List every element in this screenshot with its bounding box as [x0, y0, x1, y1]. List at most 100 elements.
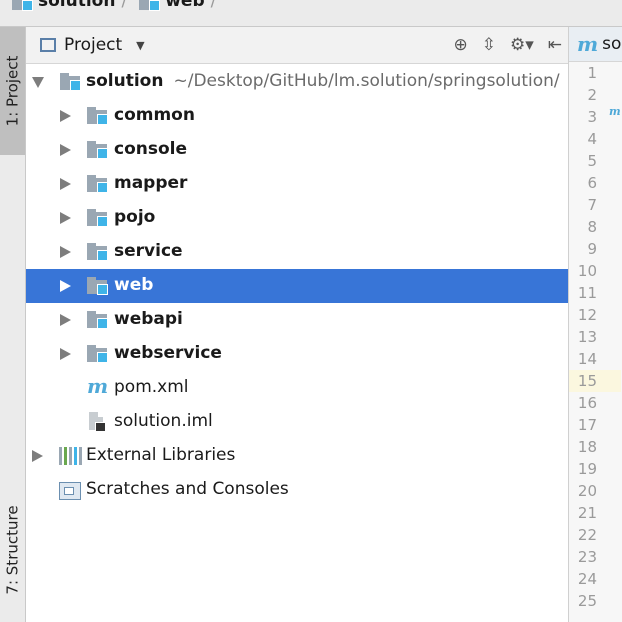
- expand-arrow-icon[interactable]: [60, 212, 71, 224]
- line-number: 25: [577, 592, 597, 610]
- tree-item-webservice[interactable]: webservice: [26, 337, 568, 371]
- root-path: ~/Desktop/GitHub/lm.solution/springsolut…: [173, 71, 560, 91]
- breadcrumb-item-solution[interactable]: solution /: [0, 0, 127, 14]
- project-tool-tab-label: 1: Project: [3, 55, 22, 127]
- tree-root-solution[interactable]: solution ~/Desktop/GitHub/lm.solution/spr…: [26, 65, 568, 99]
- line-number: 17: [577, 416, 597, 434]
- line-number: 5: [587, 152, 597, 170]
- module-folder-icon: [87, 209, 108, 227]
- module-folder-icon: [87, 175, 108, 193]
- line-number: 12: [577, 306, 597, 324]
- line-number: 7: [587, 196, 597, 214]
- breadcrumb-label: web: [165, 0, 205, 11]
- project-panel-header: Project ▼ ⊕ ⇳ ⚙▾ ⇤: [26, 27, 568, 64]
- tree-item-mapper[interactable]: mapper: [26, 167, 568, 201]
- panel-toolbar: ⊕ ⇳ ⚙▾ ⇤: [453, 27, 562, 63]
- expand-arrow-icon[interactable]: [32, 77, 44, 88]
- expand-arrow-icon[interactable]: [60, 348, 71, 360]
- tree-item-label: console: [114, 139, 188, 159]
- tree-root-label: solution ~/Desktop/GitHub/lm.solution/spr…: [86, 71, 560, 91]
- line-number: 2: [587, 86, 597, 104]
- project-view-icon: [40, 38, 56, 52]
- tree-item-pojo[interactable]: pojo: [26, 201, 568, 235]
- line-number: 20: [577, 482, 597, 500]
- module-folder-icon: [12, 0, 33, 11]
- line-number: 9: [587, 240, 597, 258]
- tree-item-label: pom.xml: [114, 377, 189, 397]
- line-number: 18: [577, 438, 597, 456]
- expand-arrow-icon[interactable]: [60, 246, 71, 258]
- collapse-all-icon[interactable]: ⇳: [482, 35, 496, 55]
- expand-arrow-icon[interactable]: [60, 110, 71, 122]
- tree-item-service[interactable]: service: [26, 235, 568, 269]
- line-number: 3: [587, 108, 597, 126]
- left-tool-strip: 1: Project 7: Structure: [0, 27, 26, 622]
- chevron-down-icon[interactable]: ▼: [136, 39, 144, 52]
- module-folder-icon: [60, 73, 81, 91]
- hide-panel-icon[interactable]: ⇤: [548, 35, 562, 55]
- libraries-icon: [59, 447, 82, 465]
- tree-item-web[interactable]: web: [26, 269, 568, 303]
- project-tool-tab[interactable]: 1: Project: [0, 27, 25, 155]
- locate-icon[interactable]: ⊕: [453, 35, 467, 55]
- tree-item-common[interactable]: common: [26, 99, 568, 133]
- line-number: 16: [577, 394, 597, 412]
- tree-item-webapi[interactable]: webapi: [26, 303, 568, 337]
- line-number: 24: [577, 570, 597, 588]
- breadcrumb-label: solution: [38, 0, 116, 11]
- tree-item-label: External Libraries: [86, 445, 236, 465]
- project-panel: Project ▼ ⊕ ⇳ ⚙▾ ⇤ solution ~/Desktop/Git…: [26, 27, 568, 622]
- structure-tool-tab-label: 7: Structure: [3, 505, 22, 595]
- line-number: 14: [577, 350, 597, 368]
- line-number: 11: [577, 284, 597, 302]
- expand-arrow-icon[interactable]: [32, 450, 43, 462]
- expand-arrow-icon[interactable]: [60, 178, 71, 190]
- line-number: 22: [577, 526, 597, 544]
- module-folder-icon: [87, 345, 108, 363]
- line-number: 13: [577, 328, 597, 346]
- module-folder-icon: [87, 141, 108, 159]
- expand-arrow-icon[interactable]: [60, 314, 71, 326]
- editor-tab-pom[interactable]: m so: [569, 27, 622, 62]
- editor-area: m so m 1 2 3 4 5 6 7 8 9 10 11 12 13 14 15 16 17 18 19 20 21…: [568, 27, 622, 622]
- tree-item-scratches[interactable]: Scratches and Consoles: [26, 473, 568, 507]
- tree-item-label: webapi: [114, 309, 183, 329]
- gear-icon[interactable]: ⚙▾: [510, 35, 534, 55]
- line-number: 21: [577, 504, 597, 522]
- tree-item-label: service: [114, 241, 183, 261]
- module-folder-icon: [87, 243, 108, 261]
- tree-item-external-libraries[interactable]: External Libraries: [26, 439, 568, 473]
- maven-icon: m: [87, 374, 109, 398]
- module-folder-icon: [139, 0, 161, 11]
- scratches-icon: [59, 482, 81, 500]
- expand-arrow-icon[interactable]: [60, 280, 71, 292]
- structure-tool-tab[interactable]: 7: Structure: [0, 485, 25, 615]
- tree-item-label: mapper: [114, 173, 188, 193]
- tree-item-label: webservice: [114, 343, 222, 363]
- line-number: 6: [587, 174, 597, 192]
- tree-item-pom-xml[interactable]: m pom.xml: [26, 371, 568, 405]
- expand-arrow-icon[interactable]: [60, 144, 71, 156]
- line-number: 15: [569, 370, 621, 392]
- breadcrumb: solution / web /: [0, 0, 622, 27]
- tree-item-solution-iml[interactable]: solution.iml: [26, 405, 568, 439]
- module-folder-icon: [87, 311, 108, 329]
- module-folder-icon: [87, 107, 108, 125]
- line-number: 10: [577, 262, 597, 280]
- line-number: 19: [577, 460, 597, 478]
- project-view-selector[interactable]: Project: [64, 35, 122, 55]
- tree-item-console[interactable]: console: [26, 133, 568, 167]
- tree-item-label: solution.iml: [114, 411, 213, 431]
- breadcrumb-separator: /: [210, 0, 217, 11]
- line-number: 1: [587, 64, 597, 82]
- tree-item-label: Scratches and Consoles: [86, 479, 289, 499]
- line-number: 23: [577, 548, 597, 566]
- line-number: 4: [587, 130, 597, 148]
- module-folder-icon: [87, 277, 108, 295]
- tree-item-label: common: [114, 105, 195, 125]
- maven-icon: m: [577, 32, 599, 56]
- iml-file-icon: [89, 412, 106, 432]
- line-number: 8: [587, 218, 597, 236]
- breadcrumb-item-web[interactable]: web /: [127, 0, 216, 14]
- tree-item-label: pojo: [114, 207, 156, 227]
